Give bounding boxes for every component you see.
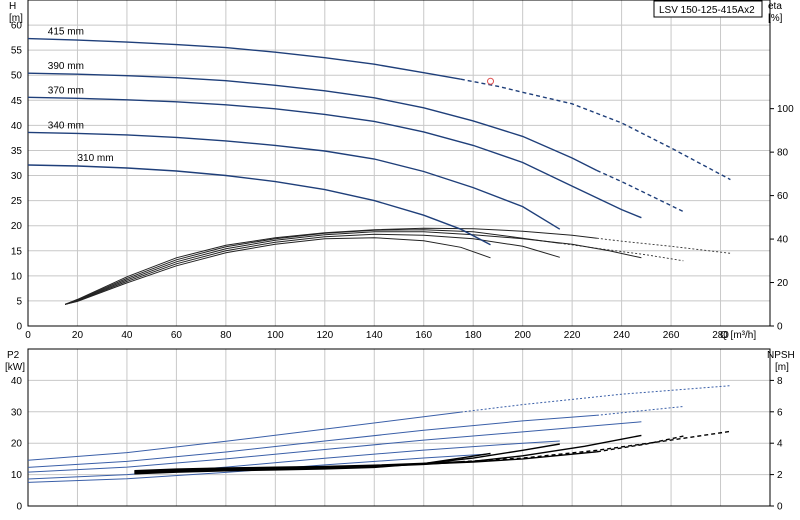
npsh-tick-label: 8 (777, 376, 783, 387)
power-tick-label: 10 (11, 470, 23, 481)
power-tick-label: 20 (11, 439, 23, 450)
x-tick-label: 120 (316, 330, 333, 341)
power-tick-label: 30 (11, 407, 23, 418)
impeller-diameter-label: 415 mm (48, 27, 84, 38)
head-tick-label: 30 (11, 171, 23, 182)
eta-tick-label: 80 (777, 148, 789, 159)
head-tick-label: 0 (16, 322, 22, 333)
eta-axis-unit: [%] (768, 13, 783, 24)
x-tick-label: 100 (267, 330, 284, 341)
head-axis-label: H (9, 1, 16, 12)
flow-axis-label: Q [m³/h] (720, 330, 756, 341)
head-tick-label: 45 (11, 96, 23, 107)
pump-performance-chart: 0 20 40 60 80 100 120 140 160 180 200 220 240 260 280 … (0, 0, 800, 520)
x-tick-label: 220 (564, 330, 581, 341)
power-tick-label: 40 (11, 376, 23, 387)
power-axis-label: P2 (7, 350, 20, 361)
impeller-diameter-label: 310 mm (77, 153, 113, 164)
npsh-tick-label: 2 (777, 470, 783, 481)
head-tick-label: 20 (11, 221, 23, 232)
x-tick-label: 160 (415, 330, 432, 341)
head-tick-label: 35 (11, 146, 23, 157)
x-tick-label: 80 (220, 330, 232, 341)
x-tick-label: 0 (25, 330, 31, 341)
eta-tick-label: 40 (777, 235, 789, 246)
x-tick-label: 200 (514, 330, 531, 341)
impeller-diameter-label: 390 mm (48, 61, 84, 72)
npsh-tick-label: 0 (777, 502, 783, 513)
npsh-tick-label: 4 (777, 439, 783, 450)
x-tick-label: 20 (72, 330, 84, 341)
eta-tick-label: 100 (777, 104, 794, 115)
head-tick-label: 50 (11, 71, 23, 82)
impeller-diameter-label: 340 mm (48, 120, 84, 131)
x-tick-label: 140 (366, 330, 383, 341)
x-tick-label: 180 (465, 330, 482, 341)
x-tick-label: 260 (663, 330, 680, 341)
npsh-axis-unit: [m] (775, 362, 789, 373)
eta-tick-label: 0 (777, 322, 783, 333)
pump-model-label: LSV 150-125-415Ax2 (659, 5, 755, 16)
power-tick-label: 0 (16, 502, 22, 513)
eta-axis-label: eta (768, 1, 782, 12)
power-axis-unit: [kW] (5, 362, 25, 373)
x-tick-label: 40 (121, 330, 133, 341)
head-tick-label: 40 (11, 121, 23, 132)
head-tick-label: 5 (16, 296, 22, 307)
head-tick-label: 10 (11, 271, 23, 282)
x-tick-label: 60 (171, 330, 183, 341)
npsh-axis-label: NPSH (767, 350, 795, 361)
impeller-diameter-label: 370 mm (48, 85, 84, 96)
eta-tick-label: 60 (777, 191, 789, 202)
eta-tick-label: 20 (777, 278, 789, 289)
head-axis-unit: [m] (9, 13, 23, 24)
head-tick-label: 55 (11, 46, 23, 57)
head-tick-label: 25 (11, 196, 23, 207)
head-tick-label: 15 (11, 246, 23, 257)
npsh-tick-label: 6 (777, 407, 783, 418)
x-tick-label: 240 (613, 330, 630, 341)
